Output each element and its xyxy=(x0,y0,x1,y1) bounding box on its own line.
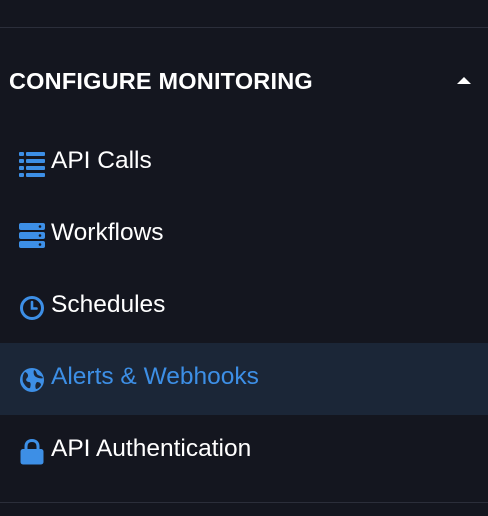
menu-item-label: API Calls xyxy=(51,147,152,174)
menu-item-label: Workflows xyxy=(51,219,164,246)
menu-item-label: Alerts & Webhooks xyxy=(51,363,259,390)
section-title: CONFIGURE MONITORING xyxy=(9,68,313,94)
menu-item-label: API Authentication xyxy=(51,435,252,462)
caret-up-icon[interactable] xyxy=(457,77,471,84)
sidebar-panel: CONFIGURE MONITORING API Calls Workflows xyxy=(0,0,488,516)
clock-icon xyxy=(20,296,44,320)
list-icon xyxy=(19,152,45,177)
server-stack-icon xyxy=(19,223,45,248)
top-divider xyxy=(0,27,488,28)
menu-item-label: Schedules xyxy=(51,291,166,318)
menu-item-workflows[interactable]: Workflows xyxy=(0,199,488,271)
menu-item-api-calls[interactable]: API Calls xyxy=(0,127,488,199)
menu-item-api-authentication[interactable]: API Authentication xyxy=(0,415,488,487)
configure-monitoring-header[interactable]: CONFIGURE MONITORING xyxy=(0,58,488,106)
globe-icon xyxy=(20,368,44,392)
menu-item-alerts-webhooks[interactable]: Alerts & Webhooks xyxy=(0,343,488,415)
menu-item-schedules[interactable]: Schedules xyxy=(0,271,488,343)
bottom-divider xyxy=(0,502,488,503)
lock-icon xyxy=(20,439,44,465)
